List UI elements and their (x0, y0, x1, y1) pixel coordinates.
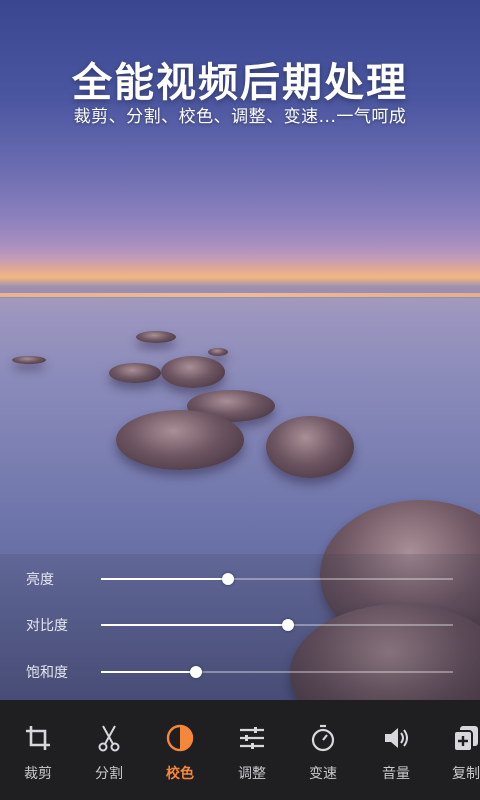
saturation-knob[interactable] (190, 666, 203, 678)
brightness-row: 亮度 (0, 559, 480, 599)
crop-icon (26, 726, 50, 750)
rock (266, 416, 354, 478)
volume-icon (385, 728, 408, 748)
contrast-label: 对比度 (26, 618, 68, 634)
rock (161, 356, 225, 388)
sliders-icon (240, 727, 264, 749)
contrast-row: 对比度 (0, 605, 480, 645)
rock (136, 331, 176, 343)
tool-color-correct[interactable]: 校色 (144, 700, 216, 800)
tool-crop-label: 裁剪 (24, 766, 52, 782)
stopwatch-icon (311, 724, 335, 752)
hero-subtitle: 裁剪、分割、校色、调整、变速...一气呵成 (73, 107, 407, 127)
tool-adjust-label: 调整 (238, 766, 266, 782)
tool-volume[interactable]: 音量 (360, 700, 432, 800)
bottom-toolbar: 裁剪 分割 校色 调整 变速 音量 复制 (0, 700, 480, 800)
saturation-slider[interactable] (101, 666, 453, 678)
tool-color-correct-label: 校色 (166, 766, 194, 782)
rock (208, 348, 228, 356)
rock (116, 410, 244, 470)
scissors-icon (98, 725, 120, 752)
tool-copy[interactable]: 复制 (430, 700, 480, 800)
tool-volume-label: 音量 (382, 766, 410, 782)
tool-adjust[interactable]: 调整 (216, 700, 288, 800)
rock (109, 363, 161, 383)
horizon-glow (0, 293, 480, 297)
brightness-label: 亮度 (26, 572, 54, 588)
brightness-fill (101, 578, 228, 580)
copy-icon (453, 726, 478, 752)
color-correct-icon (166, 724, 194, 752)
brightness-knob[interactable] (221, 573, 234, 585)
hero-title: 全能视频后期处理 (72, 60, 408, 106)
rock (12, 356, 46, 364)
brightness-slider[interactable] (101, 573, 453, 585)
saturation-row: 饱和度 (0, 652, 480, 692)
tool-speed[interactable]: 变速 (287, 700, 359, 800)
saturation-label: 饱和度 (26, 665, 68, 681)
tool-split-label: 分割 (95, 766, 123, 782)
tool-speed-label: 变速 (309, 766, 337, 782)
saturation-fill (101, 671, 197, 673)
adjust-panel: 亮度 对比度 饱和度 (0, 554, 480, 700)
tool-split[interactable]: 分割 (73, 700, 145, 800)
contrast-knob[interactable] (281, 619, 294, 631)
contrast-slider[interactable] (101, 619, 453, 631)
tool-copy-label: 复制 (452, 766, 480, 782)
contrast-fill (101, 624, 288, 626)
tool-crop[interactable]: 裁剪 (2, 700, 74, 800)
